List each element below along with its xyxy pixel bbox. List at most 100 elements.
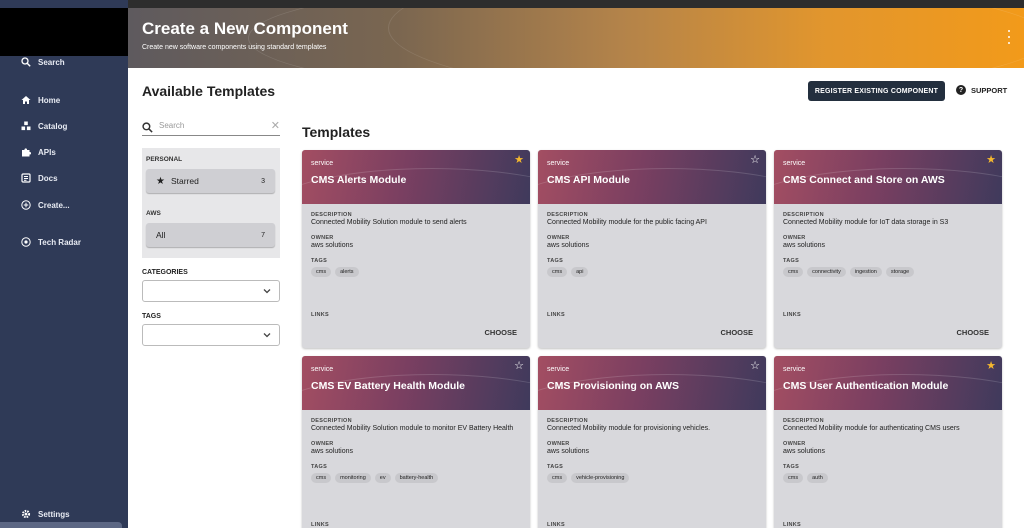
gear-icon bbox=[20, 508, 32, 520]
card-owner: aws solutions bbox=[783, 242, 826, 249]
card-type: service bbox=[311, 160, 334, 167]
more-vert-icon[interactable] bbox=[1006, 30, 1012, 44]
filter-starred[interactable]: ★ Starred 3 bbox=[146, 169, 275, 193]
card-owner: aws solutions bbox=[783, 448, 826, 455]
sidebar-item-apis[interactable]: APIs bbox=[0, 142, 128, 162]
sidebar-item-label: Create... bbox=[38, 200, 70, 210]
register-existing-component-button[interactable]: REGISTER EXISTING COMPONENT bbox=[808, 81, 945, 101]
support-button[interactable]: ? SUPPORT bbox=[956, 85, 1007, 95]
card-header: service CMS Alerts Module ★ bbox=[302, 150, 530, 204]
tag-chip: cms bbox=[783, 473, 804, 483]
sidebar-item-catalog[interactable]: Catalog bbox=[0, 116, 128, 136]
template-card: service CMS API Module ☆ DESCRIPTION Con… bbox=[538, 150, 766, 348]
card-tags: cms api bbox=[547, 267, 757, 277]
card-tags: cms connectivity ingestion storage bbox=[783, 267, 993, 277]
card-type: service bbox=[783, 366, 806, 373]
tags-select[interactable] bbox=[142, 324, 280, 346]
card-title: CMS Provisioning on AWS bbox=[547, 380, 680, 392]
sidebar: Search Home Catalog APIs Docs Create... … bbox=[0, 0, 128, 528]
card-owner: aws solutions bbox=[547, 448, 590, 455]
search-icon bbox=[142, 120, 154, 133]
radar-icon bbox=[20, 236, 32, 248]
card-type: service bbox=[547, 366, 570, 373]
sidebar-item-search[interactable]: Search bbox=[0, 52, 128, 72]
choose-button[interactable]: CHOOSE bbox=[956, 328, 989, 337]
sidebar-item-label: Search bbox=[38, 57, 65, 67]
search-placeholder: Search bbox=[159, 121, 185, 130]
links-label: LINKS bbox=[783, 522, 801, 528]
add-circle-icon bbox=[20, 199, 32, 211]
categories-select[interactable] bbox=[142, 280, 280, 302]
sidebar-item-label: Home bbox=[38, 95, 61, 105]
links-label: LINKS bbox=[547, 522, 565, 528]
page-subtitle: Create new software components using sta… bbox=[142, 44, 327, 51]
template-card: service CMS User Authentication Module ★… bbox=[774, 356, 1002, 528]
choose-button[interactable]: CHOOSE bbox=[484, 328, 517, 337]
links-label: LINKS bbox=[311, 312, 329, 318]
chevron-down-icon bbox=[263, 289, 271, 294]
docs-icon bbox=[20, 172, 32, 184]
card-header: service CMS EV Battery Health Module ☆ bbox=[302, 356, 530, 410]
card-title: CMS API Module bbox=[547, 174, 631, 186]
sidebar-item-home[interactable]: Home bbox=[0, 90, 128, 110]
chevron-down-icon bbox=[263, 333, 271, 338]
star-outline-icon[interactable]: ☆ bbox=[750, 361, 760, 372]
sidebar-item-label: Tech Radar bbox=[38, 237, 81, 247]
filter-label: All bbox=[156, 230, 166, 240]
card-type: service bbox=[547, 160, 570, 167]
tag-chip: ev bbox=[374, 473, 391, 483]
card-owner: aws solutions bbox=[311, 242, 354, 249]
card-description: Connected Mobility Solution module to mo… bbox=[311, 425, 514, 432]
filter-count: 7 bbox=[261, 231, 265, 239]
logo bbox=[0, 8, 128, 56]
card-body: DESCRIPTION Connected Mobility module fo… bbox=[774, 212, 1002, 277]
search-input[interactable]: Search ✕ bbox=[142, 116, 280, 136]
tag-chip: cms bbox=[311, 267, 332, 277]
tag-chip: api bbox=[571, 267, 589, 277]
support-label: SUPPORT bbox=[971, 85, 1008, 95]
filter-group: PERSONAL ★ Starred 3 AWS All 7 bbox=[142, 148, 280, 258]
card-body: DESCRIPTION Connected Mobility Solution … bbox=[302, 418, 530, 483]
card-header: service CMS Connect and Store on AWS ★ bbox=[774, 150, 1002, 204]
sidebar-item-settings[interactable]: Settings bbox=[0, 504, 128, 524]
card-description: Connected Mobility Solution module to se… bbox=[311, 219, 467, 226]
card-header: service CMS API Module ☆ bbox=[538, 150, 766, 204]
star-filled-icon[interactable]: ★ bbox=[986, 361, 996, 372]
template-card: service CMS EV Battery Health Module ☆ D… bbox=[302, 356, 530, 528]
card-header: service CMS User Authentication Module ★ bbox=[774, 356, 1002, 410]
categories-label: CATEGORIES bbox=[142, 269, 188, 276]
card-tags: cms auth bbox=[783, 473, 993, 483]
sidebar-item-tech-radar[interactable]: Tech Radar bbox=[0, 232, 128, 252]
links-label: LINKS bbox=[311, 522, 329, 528]
tag-chip: monitoring bbox=[335, 473, 371, 483]
card-body: DESCRIPTION Connected Mobility module fo… bbox=[538, 418, 766, 483]
tag-chip: vehicle-provisioning bbox=[571, 473, 630, 483]
sidebar-item-label: Docs bbox=[38, 173, 58, 183]
tags-label: TAGS bbox=[783, 464, 800, 470]
star-filled-icon[interactable]: ★ bbox=[986, 155, 996, 166]
sidebar-item-label: Catalog bbox=[38, 121, 68, 131]
sidebar-item-create[interactable]: Create... bbox=[0, 195, 128, 215]
star-outline-icon[interactable]: ☆ bbox=[514, 361, 524, 372]
sidebar-item-label: Settings bbox=[38, 509, 70, 519]
clear-icon[interactable]: ✕ bbox=[271, 119, 280, 132]
tags-label: TAGS bbox=[547, 258, 564, 264]
sidebar-item-docs[interactable]: Docs bbox=[0, 168, 128, 188]
page-title: Create a New Component bbox=[142, 19, 348, 38]
tags-label: TAGS bbox=[783, 258, 800, 264]
card-owner: aws solutions bbox=[547, 242, 590, 249]
catalog-icon bbox=[20, 120, 32, 132]
filter-all[interactable]: All 7 bbox=[146, 223, 275, 247]
filter-count: 3 bbox=[261, 177, 265, 185]
template-card: service CMS Provisioning on AWS ☆ DESCRI… bbox=[538, 356, 766, 528]
card-title: CMS User Authentication Module bbox=[783, 380, 949, 392]
star-filled-icon[interactable]: ★ bbox=[514, 155, 524, 166]
page-header: Create a New Component Create new softwa… bbox=[128, 8, 1024, 68]
tag-chip: auth bbox=[807, 473, 828, 483]
star-outline-icon[interactable]: ☆ bbox=[750, 155, 760, 166]
card-tags: cms vehicle-provisioning bbox=[547, 473, 757, 483]
personal-label: PERSONAL bbox=[146, 156, 183, 163]
card-body: DESCRIPTION Connected Mobility module fo… bbox=[774, 418, 1002, 483]
choose-button[interactable]: CHOOSE bbox=[720, 328, 753, 337]
card-type: service bbox=[311, 366, 334, 373]
